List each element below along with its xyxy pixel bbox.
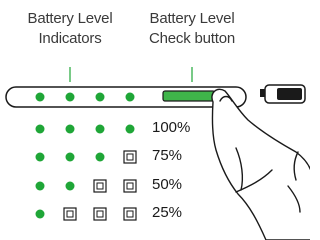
level-led-on [35,209,45,219]
level-percent-label: 25% [152,204,183,221]
level-led-off [123,150,137,164]
level-led-off [123,179,137,193]
level-led-off [123,207,137,221]
level-led-on [65,181,75,191]
level-led-on [65,152,75,162]
level-rows [35,124,137,221]
level-percent-label: 75% [152,147,183,164]
battery-level-diagram: Battery Level Indicators Battery Level C… [0,0,310,240]
level-percent-label: 100% [152,119,191,136]
device-led-2 [65,92,75,102]
level-led-off [93,179,107,193]
level-led-on [125,124,135,134]
pointing-hand-icon [211,88,310,240]
level-led-off [63,207,77,221]
level-led-on [35,152,45,162]
device-led-1 [35,92,45,102]
device-led-3 [95,92,105,102]
level-led-on [65,124,75,134]
level-percent-label: 50% [152,176,183,193]
device-led-4 [125,92,135,102]
battery-icon [260,84,306,104]
level-led-off [93,207,107,221]
level-led-on [95,152,105,162]
level-led-on [95,124,105,134]
level-led-on [35,181,45,191]
battery-check-button[interactable] [162,90,216,102]
level-led-on [35,124,45,134]
